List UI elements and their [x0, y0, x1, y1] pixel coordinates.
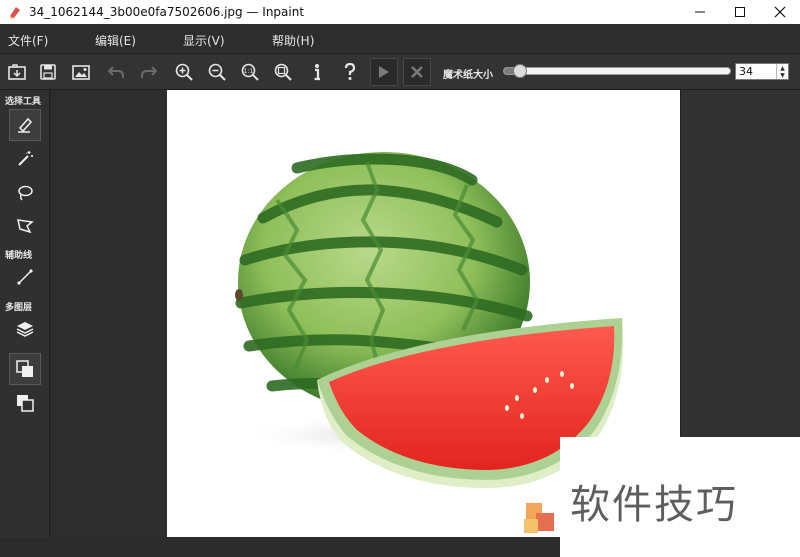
- close-button[interactable]: [760, 0, 800, 24]
- zoom-out-button[interactable]: [203, 58, 231, 86]
- menu-file[interactable]: 文件(F): [8, 32, 48, 49]
- section-label-select-tools: 选择工具: [5, 97, 42, 107]
- maximize-icon: [735, 7, 745, 17]
- polygon-lasso-tool-button[interactable]: [9, 210, 41, 242]
- open-icon: [8, 64, 26, 80]
- save-icon: [40, 64, 56, 80]
- marker-icon: [18, 117, 33, 133]
- zoom-in-icon: [175, 63, 193, 81]
- run-icon: [379, 66, 389, 78]
- guide-line-tool-button[interactable]: [9, 261, 41, 293]
- info-button[interactable]: [303, 58, 331, 86]
- lasso-tool-button[interactable]: [9, 177, 41, 209]
- inpaint-app-icon: [10, 7, 20, 19]
- brush-size-spinbox[interactable]: 34 ▲ ▼: [735, 63, 789, 80]
- cancel-button[interactable]: [403, 58, 431, 86]
- undo-button[interactable]: [102, 58, 130, 86]
- close-icon: [774, 6, 786, 18]
- zoom-fit-icon: [274, 63, 292, 81]
- spin-down-icon[interactable]: ▼: [780, 72, 785, 79]
- brush-size-slider-handle[interactable]: [512, 64, 527, 78]
- menu-help[interactable]: 帮助(H): [272, 32, 314, 49]
- layers-icon: [16, 322, 34, 337]
- spin-up-icon[interactable]: ▲: [780, 65, 785, 72]
- zoom-fit-button[interactable]: [269, 58, 297, 86]
- brush-size-label: 魔术纸大小: [443, 70, 493, 81]
- section-label-guides: 辅助线: [5, 251, 33, 261]
- window-title: 34_1062144_3b00e0fa7502606.jpg — Inpaint: [29, 5, 305, 19]
- magic-wand-icon: [18, 151, 33, 166]
- cancel-icon: [411, 66, 423, 78]
- layer-front-button[interactable]: [9, 353, 41, 385]
- help-button[interactable]: [336, 58, 364, 86]
- undo-icon: [108, 66, 124, 78]
- layers-tool-button[interactable]: [9, 313, 41, 345]
- magic-wand-tool-button[interactable]: [9, 143, 41, 175]
- open-button[interactable]: [3, 58, 31, 86]
- guide-line-icon: [17, 269, 33, 285]
- tool-sidebar: 选择工具 辅助线 多图层: [0, 90, 50, 542]
- image-button[interactable]: [67, 58, 95, 86]
- polygon-lasso-icon: [17, 219, 34, 234]
- zoom-in-button[interactable]: [170, 58, 198, 86]
- zoom-out-icon: [208, 63, 226, 81]
- help-icon: [344, 63, 356, 80]
- menu-edit[interactable]: 编辑(E): [95, 32, 136, 49]
- spin-arrows[interactable]: ▲ ▼: [776, 64, 788, 79]
- brush-size-value[interactable]: 34: [736, 65, 776, 78]
- marker-tool-button[interactable]: [9, 109, 41, 141]
- layer-back-button[interactable]: [9, 387, 41, 419]
- image-icon: [72, 64, 90, 80]
- info-icon: [314, 64, 320, 81]
- watermark-logo-icon: [524, 503, 554, 533]
- zoom-actual-button[interactable]: 1:1: [236, 58, 264, 86]
- svg-text:1:1: 1:1: [244, 68, 254, 75]
- zoom-actual-icon: 1:1: [241, 63, 259, 81]
- brush-size-slider[interactable]: [503, 67, 731, 75]
- watermark-text: 软件技巧: [570, 482, 738, 528]
- section-label-layers: 多图层: [5, 303, 33, 313]
- redo-button[interactable]: [135, 58, 163, 86]
- redo-icon: [141, 66, 157, 78]
- run-button[interactable]: [370, 58, 398, 86]
- minimize-icon: [695, 11, 705, 13]
- menu-bar: 文件(F) 编辑(E) 显示(V) 帮助(H): [0, 24, 800, 54]
- lasso-icon: [18, 185, 33, 201]
- maximize-button[interactable]: [720, 0, 760, 24]
- layer-stack-back-icon: [17, 395, 34, 412]
- minimize-button[interactable]: [680, 0, 720, 24]
- menu-view[interactable]: 显示(V): [183, 32, 225, 49]
- layer-stack-front-icon: [16, 360, 33, 377]
- save-button[interactable]: [34, 58, 62, 86]
- title-bar: 34_1062144_3b00e0fa7502606.jpg — Inpaint: [0, 0, 800, 24]
